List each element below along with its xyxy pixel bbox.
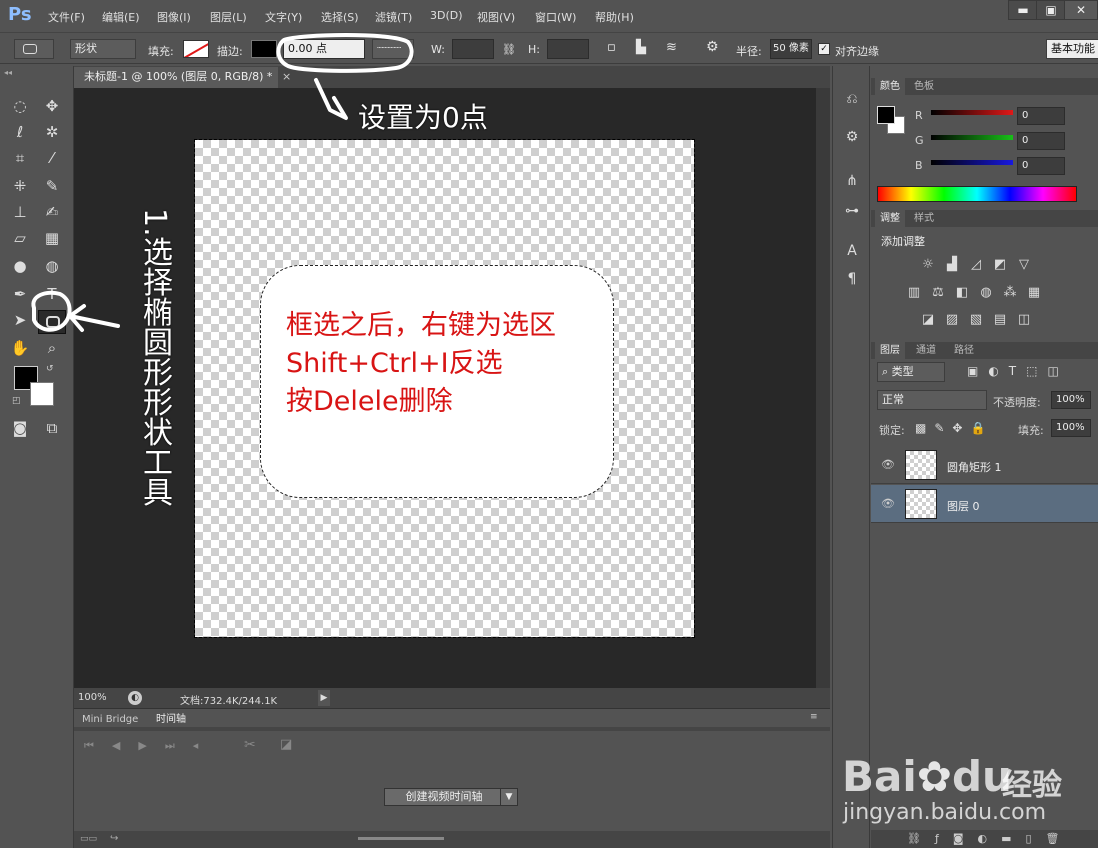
watermark-bai: Bai <box>842 752 917 801</box>
arrow-to-tool-annotation <box>68 304 120 332</box>
watermark-cn: 经验 <box>1002 768 1062 803</box>
watermark-brand: Bai✿du <box>842 752 1012 801</box>
arrow-to-options-annotation <box>314 78 348 120</box>
circle-tool-annotation <box>31 290 72 332</box>
watermark-url: jingyan.baidu.com <box>843 800 1047 825</box>
circle-stroke-width-annotation <box>276 33 414 73</box>
annotation-left: 1.选择椭圆形形状工具 <box>137 208 172 507</box>
paw-icon: ✿ <box>916 752 952 801</box>
annotation-top: 设置为0点 <box>358 101 488 134</box>
